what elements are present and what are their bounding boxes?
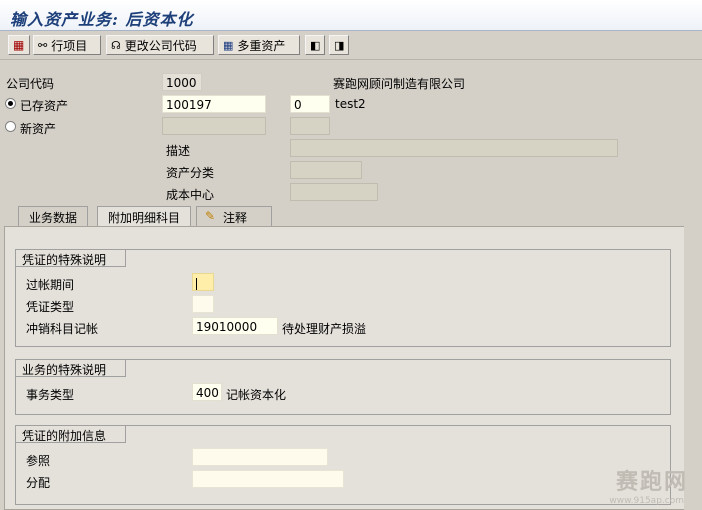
description-label: 描述 [166, 144, 191, 158]
group-doc-special: 凭证的特殊说明 过帐期间 凭证类型 冲销科目记帐 19010000 待处理财产损… [15, 249, 671, 347]
doc-type-input[interactable] [192, 295, 214, 313]
line-items-label: 行项目 [51, 38, 88, 53]
posting-period-input[interactable] [192, 273, 214, 291]
group-trans-special-title: 业务的特殊说明 [16, 360, 126, 377]
description-field[interactable] [290, 139, 618, 157]
reference-label: 参照 [26, 454, 51, 468]
multiple-assets-button[interactable]: ▦ 多重资产 [218, 35, 300, 55]
new-asset-radio[interactable] [5, 121, 16, 132]
change-company-button[interactable]: ☊ 更改公司代码 [106, 35, 214, 55]
group-doc-extra-title: 凭证的附加信息 [16, 426, 126, 443]
glasses-icon: ⚯ [38, 38, 48, 52]
sub-number-input[interactable]: 0 [290, 95, 330, 113]
tab-notes-label: 注释 [223, 211, 248, 225]
table-icon: ▦ [223, 38, 234, 52]
previous-button[interactable]: ◧ [305, 35, 325, 55]
title-bar: 输入资产业务: 后资本化 [0, 0, 702, 31]
headset-icon: ☊ [111, 38, 121, 52]
cost-center-label: 成本中心 [166, 188, 215, 202]
pencil-note-icon: ✎ [205, 209, 216, 223]
offset-account-desc: 待处理财产损溢 [282, 322, 367, 336]
existing-asset-radio[interactable] [5, 98, 16, 109]
change-company-label: 更改公司代码 [124, 38, 197, 53]
group-doc-extra: 凭证的附加信息 参照 分配 [15, 425, 671, 505]
posting-period-label: 过帐期间 [26, 278, 75, 292]
trans-type-input[interactable]: 400 [192, 383, 222, 401]
company-code-field[interactable]: 1000 [162, 73, 202, 91]
tab-additional-accounts[interactable]: 附加明细科目 [97, 206, 192, 227]
existing-asset-label: 已存资产 [20, 99, 69, 113]
tab-notes[interactable]: ✎ 注释 [196, 206, 272, 226]
existing-asset-input[interactable]: 100197 [162, 95, 266, 113]
offset-account-input[interactable]: 19010000 [192, 317, 278, 335]
watermark-url: www.915ap.com [609, 496, 684, 506]
grid-icon: ▦ [13, 38, 25, 52]
line-items-button[interactable]: ⚯ 行项目 [33, 35, 101, 55]
toolbar: ▦ ⚯ 行项目 ☊ 更改公司代码 ▦ 多重资产 ◧ ◨ [0, 31, 702, 60]
trans-type-label: 事务类型 [26, 388, 75, 402]
reference-input[interactable] [192, 448, 328, 466]
new-asset-input[interactable] [162, 117, 266, 135]
company-code-label: 公司代码 [6, 77, 55, 91]
trans-type-desc: 记帐资本化 [226, 388, 287, 402]
tab-panel: 凭证的特殊说明 过帐期间 凭证类型 冲销科目记帐 19010000 待处理财产损… [4, 226, 684, 510]
new-asset-label: 新资产 [20, 122, 57, 136]
multiple-assets-label: 多重资产 [237, 38, 286, 53]
group-doc-special-title: 凭证的特殊说明 [16, 250, 126, 267]
asset-class-field[interactable] [290, 161, 362, 179]
page-title: 输入资产业务: 后资本化 [10, 10, 194, 29]
new-sub-number-input[interactable] [290, 117, 330, 135]
group-trans-special: 业务的特殊说明 事务类型 400 记帐资本化 [15, 359, 671, 415]
doc-right-icon: ◨ [334, 38, 345, 52]
doc-type-label: 凭证类型 [26, 300, 75, 314]
next-button[interactable]: ◨ [329, 35, 349, 55]
overview-button[interactable]: ▦ [8, 35, 30, 55]
offset-account-label: 冲销科目记帐 [26, 322, 99, 336]
asset-description-text: test2 [335, 97, 366, 111]
assignment-label: 分配 [26, 476, 51, 490]
assignment-input[interactable] [192, 470, 344, 488]
watermark-text: 赛跑网 [615, 470, 688, 495]
asset-class-label: 资产分类 [166, 166, 215, 180]
tab-business-data[interactable]: 业务数据 [18, 206, 89, 226]
cost-center-field[interactable] [290, 183, 378, 201]
company-name: 赛跑网顾问制造有限公司 [333, 77, 466, 91]
doc-left-icon: ◧ [310, 38, 321, 52]
